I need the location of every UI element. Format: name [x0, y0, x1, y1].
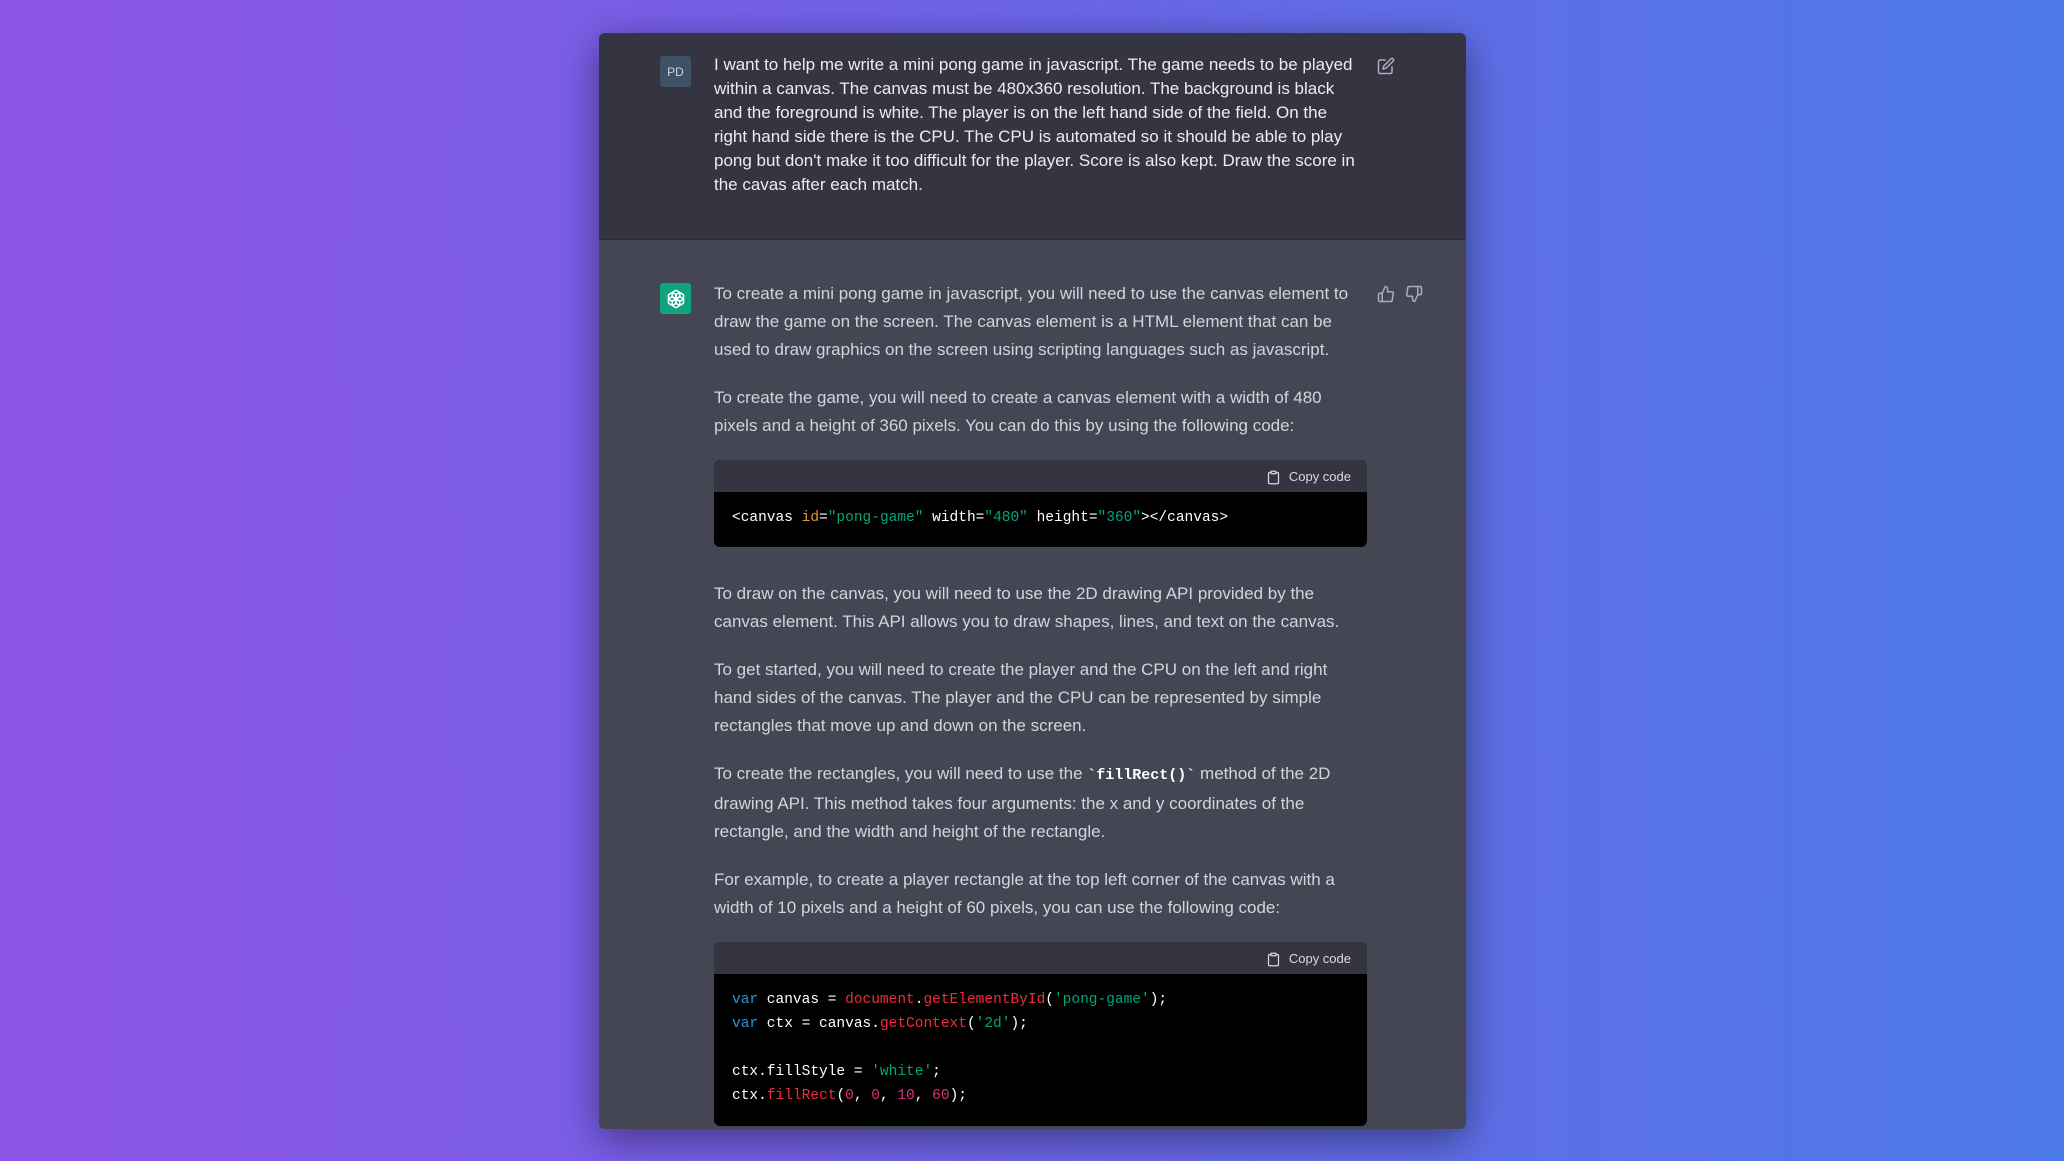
paragraph: To create the game, you will need to cre…: [714, 388, 1322, 435]
code-block: Copy code <canvas id="pong-game" width="…: [714, 460, 1367, 547]
thumbs-down-icon[interactable]: [1405, 285, 1423, 303]
user-message-text: I want to help me write a mini pong game…: [714, 55, 1355, 194]
copy-code-label: Copy code: [1288, 469, 1351, 484]
assistant-avatar: [660, 283, 691, 314]
chat-window: PD I want to help me write a mini pong g…: [599, 33, 1466, 1129]
copy-code-button[interactable]: Copy code: [1266, 467, 1351, 487]
code-content: <canvas id="pong-game" width="480" heigh…: [732, 510, 1229, 526]
clipboard-icon: [1267, 952, 1279, 966]
inline-code: `fillRect()`: [1087, 767, 1196, 784]
user-avatar: PD: [660, 56, 691, 87]
paragraph: For example, to create a player rectangl…: [714, 870, 1335, 917]
paragraph: To create a mini pong game in javascript…: [714, 284, 1349, 359]
user-message: PD I want to help me write a mini pong g…: [599, 33, 1466, 240]
assistant-message-content: To create a mini pong game in javascript…: [714, 280, 1369, 1129]
paragraph: To draw on the canvas, you will need to …: [714, 584, 1340, 631]
copy-code-label: Copy code: [1288, 951, 1351, 966]
paragraph: To get started, you will need to create …: [714, 660, 1328, 735]
paragraph: To create the rectangles, you will need …: [714, 764, 1331, 841]
clipboard-icon: [1267, 470, 1279, 484]
assistant-message: To create a mini pong game in javascript…: [599, 240, 1466, 1129]
code-block-header: Copy code: [714, 942, 1367, 974]
code-block: Copy code var canvas = document.getEleme…: [714, 942, 1367, 1126]
code-content: var canvas = document.getElementById('po…: [732, 992, 1168, 1104]
copy-code-button[interactable]: Copy code: [1266, 949, 1351, 969]
thumbs-up-icon[interactable]: [1377, 285, 1395, 303]
openai-logo-icon: [667, 289, 684, 308]
code-block-header: Copy code: [714, 460, 1367, 492]
edit-icon[interactable]: [1377, 57, 1395, 75]
